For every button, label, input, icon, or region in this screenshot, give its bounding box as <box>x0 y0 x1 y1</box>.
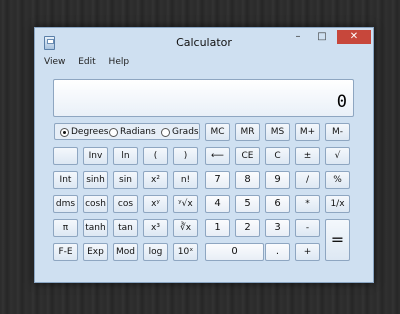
digit-0-button[interactable]: 0 <box>205 243 264 261</box>
backspace-button[interactable]: ⟵ <box>205 147 230 165</box>
open-paren-button[interactable]: ( <box>143 147 168 165</box>
m-minus-button[interactable]: M- <box>325 123 350 141</box>
radio-dot-icon <box>109 127 118 137</box>
title-bar[interactable]: Calculator – □ ✕ <box>35 28 373 55</box>
multiply-button[interactable]: * <box>295 195 320 213</box>
digit-6-button[interactable]: 6 <box>265 195 290 213</box>
divide-button[interactable]: / <box>295 171 320 189</box>
radio-label: Radians <box>120 127 156 137</box>
inv-button[interactable]: Inv <box>83 147 108 165</box>
digit-4-button[interactable]: 4 <box>205 195 230 213</box>
x-cubed-button[interactable]: x³ <box>143 219 168 237</box>
digit-3-button[interactable]: 3 <box>265 219 290 237</box>
subtract-button[interactable]: - <box>295 219 320 237</box>
display-value: 0 <box>336 92 347 112</box>
close-paren-button[interactable]: ) <box>173 147 198 165</box>
mod-button[interactable]: Mod <box>113 243 138 261</box>
m-plus-button[interactable]: M+ <box>295 123 320 141</box>
sinh-button[interactable]: sinh <box>83 171 108 189</box>
maximize-button[interactable]: □ <box>311 30 333 44</box>
c-button[interactable]: C <box>265 147 290 165</box>
sqrt-button[interactable]: √ <box>325 147 350 165</box>
int-button[interactable]: Int <box>53 171 78 189</box>
calculator-window: Calculator – □ ✕ View Edit Help 0 Degree… <box>34 27 374 283</box>
minimize-button[interactable]: – <box>287 30 309 44</box>
menu-edit[interactable]: Edit <box>78 57 95 67</box>
menu-help[interactable]: Help <box>109 57 130 67</box>
decimal-button[interactable]: . <box>265 243 290 261</box>
ten-power-x-button[interactable]: 10ˣ <box>173 243 198 261</box>
digit-2-button[interactable]: 2 <box>235 219 260 237</box>
ln-button[interactable]: ln <box>113 147 138 165</box>
digit-1-button[interactable]: 1 <box>205 219 230 237</box>
mr-button[interactable]: MR <box>235 123 260 141</box>
digit-7-button[interactable]: 7 <box>205 171 230 189</box>
radio-grads[interactable]: Grads <box>161 127 199 137</box>
log-button[interactable]: log <box>143 243 168 261</box>
f-e-button[interactable]: F-E <box>53 243 78 261</box>
digit-8-button[interactable]: 8 <box>235 171 260 189</box>
exp-button[interactable]: Exp <box>83 243 108 261</box>
digit-9-button[interactable]: 9 <box>265 171 290 189</box>
tanh-button[interactable]: tanh <box>83 219 108 237</box>
factorial-button[interactable]: n! <box>173 171 198 189</box>
menu-bar: View Edit Help <box>44 57 139 71</box>
tan-button[interactable]: tan <box>113 219 138 237</box>
equals-button[interactable]: = <box>325 219 350 261</box>
radio-label: Grads <box>172 127 199 137</box>
ce-button[interactable]: CE <box>235 147 260 165</box>
cosh-button[interactable]: cosh <box>83 195 108 213</box>
yth-root-button[interactable]: ʸ√x <box>173 195 198 213</box>
add-button[interactable]: + <box>295 243 320 261</box>
reciprocal-button[interactable]: 1/x <box>325 195 350 213</box>
radio-label: Degrees <box>71 127 109 137</box>
result-display: 0 <box>53 79 354 117</box>
dms-button[interactable]: dms <box>53 195 78 213</box>
menu-view[interactable]: View <box>44 57 65 67</box>
mc-button[interactable]: MC <box>205 123 230 141</box>
radio-dot-icon <box>60 127 69 137</box>
x-power-y-button[interactable]: xʸ <box>143 195 168 213</box>
sin-button[interactable]: sin <box>113 171 138 189</box>
radio-radians[interactable]: Radians <box>109 127 156 137</box>
plus-minus-button[interactable]: ± <box>295 147 320 165</box>
blank-button[interactable] <box>53 147 78 165</box>
pi-button[interactable]: π <box>53 219 78 237</box>
radio-degrees[interactable]: Degrees <box>60 127 108 137</box>
cos-button[interactable]: cos <box>113 195 138 213</box>
angle-mode-group: Degrees Radians Grads <box>54 123 200 140</box>
digit-5-button[interactable]: 5 <box>235 195 260 213</box>
close-button[interactable]: ✕ <box>337 30 371 44</box>
ms-button[interactable]: MS <box>265 123 290 141</box>
x-squared-button[interactable]: x² <box>143 171 168 189</box>
percent-button[interactable]: % <box>325 171 350 189</box>
radio-dot-icon <box>161 127 170 137</box>
cube-root-button[interactable]: ∛x <box>173 219 198 237</box>
